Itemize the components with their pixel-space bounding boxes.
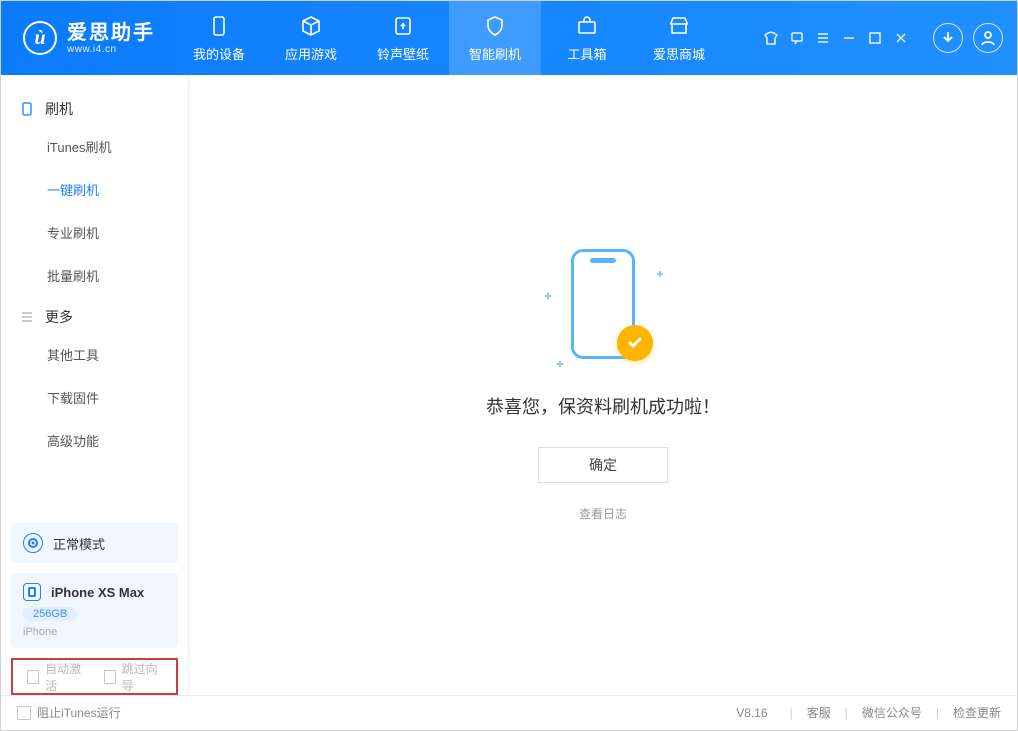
cube-icon	[299, 14, 323, 38]
sidebar-item-oneclick-flash[interactable]: 一键刷机	[1, 168, 188, 211]
tab-label: 我的设备	[193, 44, 245, 63]
view-log-link[interactable]: 查看日志	[579, 505, 627, 522]
titlebar: ù 爱思助手 www.i4.cn 我的设备 应用游戏 铃声壁纸 智能刷机 工具箱	[1, 1, 1017, 75]
checkbox-icon	[27, 670, 39, 684]
checkbox-icon	[104, 670, 116, 684]
tab-label: 爱思商城	[653, 44, 705, 63]
tab-ringtones[interactable]: 铃声壁纸	[357, 1, 449, 75]
check-icon	[617, 325, 653, 361]
checkbox-icon	[17, 706, 31, 720]
ok-button[interactable]: 确定	[538, 447, 668, 483]
checkbox-label: 跳过向导	[122, 660, 162, 694]
options-highlight: 自动激活 跳过向导	[11, 658, 178, 695]
tab-apps[interactable]: 应用游戏	[265, 1, 357, 75]
tab-label: 应用游戏	[285, 44, 337, 63]
success-illustration	[543, 249, 663, 369]
device-type: iPhone	[23, 626, 166, 638]
sidebar-group-more: 更多	[1, 297, 188, 333]
app-title: 爱思助手	[67, 22, 155, 44]
logo: ù 爱思助手 www.i4.cn	[1, 21, 173, 55]
mode-label: 正常模式	[53, 534, 105, 553]
music-icon	[391, 14, 415, 38]
list-icon	[19, 309, 35, 325]
menu-icon[interactable]	[815, 30, 831, 46]
checkbox-label: 自动激活	[45, 660, 85, 694]
link-update[interactable]: 检查更新	[953, 704, 1001, 721]
nav-tabs: 我的设备 应用游戏 铃声壁纸 智能刷机 工具箱 爱思商城	[173, 1, 725, 75]
group-label: 更多	[45, 307, 73, 327]
download-button[interactable]	[933, 23, 963, 53]
checkbox-auto-activate[interactable]: 自动激活	[27, 660, 86, 694]
main-content: 恭喜您，保资料刷机成功啦！ 确定 查看日志	[189, 75, 1017, 695]
link-wechat[interactable]: 微信公众号	[862, 704, 922, 721]
mode-icon	[23, 533, 43, 553]
statusbar: 阻止iTunes运行 V8.16 | 客服 | 微信公众号 | 检查更新	[1, 695, 1017, 729]
checkbox-label: 阻止iTunes运行	[37, 704, 121, 721]
logo-icon: ù	[23, 21, 57, 55]
device-storage: 256GB	[23, 607, 77, 621]
toolbox-icon	[575, 14, 599, 38]
tab-label: 工具箱	[567, 44, 606, 63]
tab-label: 智能刷机	[469, 44, 521, 63]
device-card[interactable]: iPhone XS Max 256GB iPhone	[11, 573, 178, 648]
sidebar-item-download-firmware[interactable]: 下载固件	[1, 376, 188, 419]
skin-icon[interactable]	[763, 30, 779, 46]
checkbox-skip-guide[interactable]: 跳过向导	[104, 660, 163, 694]
device-name: iPhone XS Max	[51, 585, 144, 600]
tab-my-device[interactable]: 我的设备	[173, 1, 265, 75]
tab-label: 铃声壁纸	[377, 44, 429, 63]
maximize-icon[interactable]	[867, 30, 883, 46]
sidebar-item-other-tools[interactable]: 其他工具	[1, 333, 188, 376]
sidebar-item-pro-flash[interactable]: 专业刷机	[1, 211, 188, 254]
app-subtitle: www.i4.cn	[67, 44, 155, 55]
device-icon	[23, 583, 41, 601]
sidebar-item-itunes-flash[interactable]: iTunes刷机	[1, 125, 188, 168]
close-icon[interactable]	[893, 30, 909, 46]
phone-icon	[19, 101, 35, 117]
feedback-icon[interactable]	[789, 30, 805, 46]
device-icon	[207, 14, 231, 38]
profile-button[interactable]	[973, 23, 1003, 53]
sidebar-item-batch-flash[interactable]: 批量刷机	[1, 254, 188, 297]
link-support[interactable]: 客服	[807, 704, 831, 721]
tab-store[interactable]: 爱思商城	[633, 1, 725, 75]
success-message: 恭喜您，保资料刷机成功啦！	[486, 393, 720, 419]
tab-toolbox[interactable]: 工具箱	[541, 1, 633, 75]
minimize-icon[interactable]	[841, 30, 857, 46]
sidebar-item-advanced[interactable]: 高级功能	[1, 419, 188, 462]
shield-icon	[483, 14, 507, 38]
mode-card[interactable]: 正常模式	[11, 523, 178, 563]
group-label: 刷机	[45, 99, 73, 119]
version-label: V8.16	[736, 706, 767, 720]
sidebar-group-flash: 刷机	[1, 89, 188, 125]
store-icon	[667, 14, 691, 38]
tab-flash[interactable]: 智能刷机	[449, 1, 541, 75]
checkbox-block-itunes[interactable]: 阻止iTunes运行	[17, 704, 121, 721]
sidebar: 刷机 iTunes刷机 一键刷机 专业刷机 批量刷机 更多 其他工具 下载固件 …	[1, 75, 189, 695]
